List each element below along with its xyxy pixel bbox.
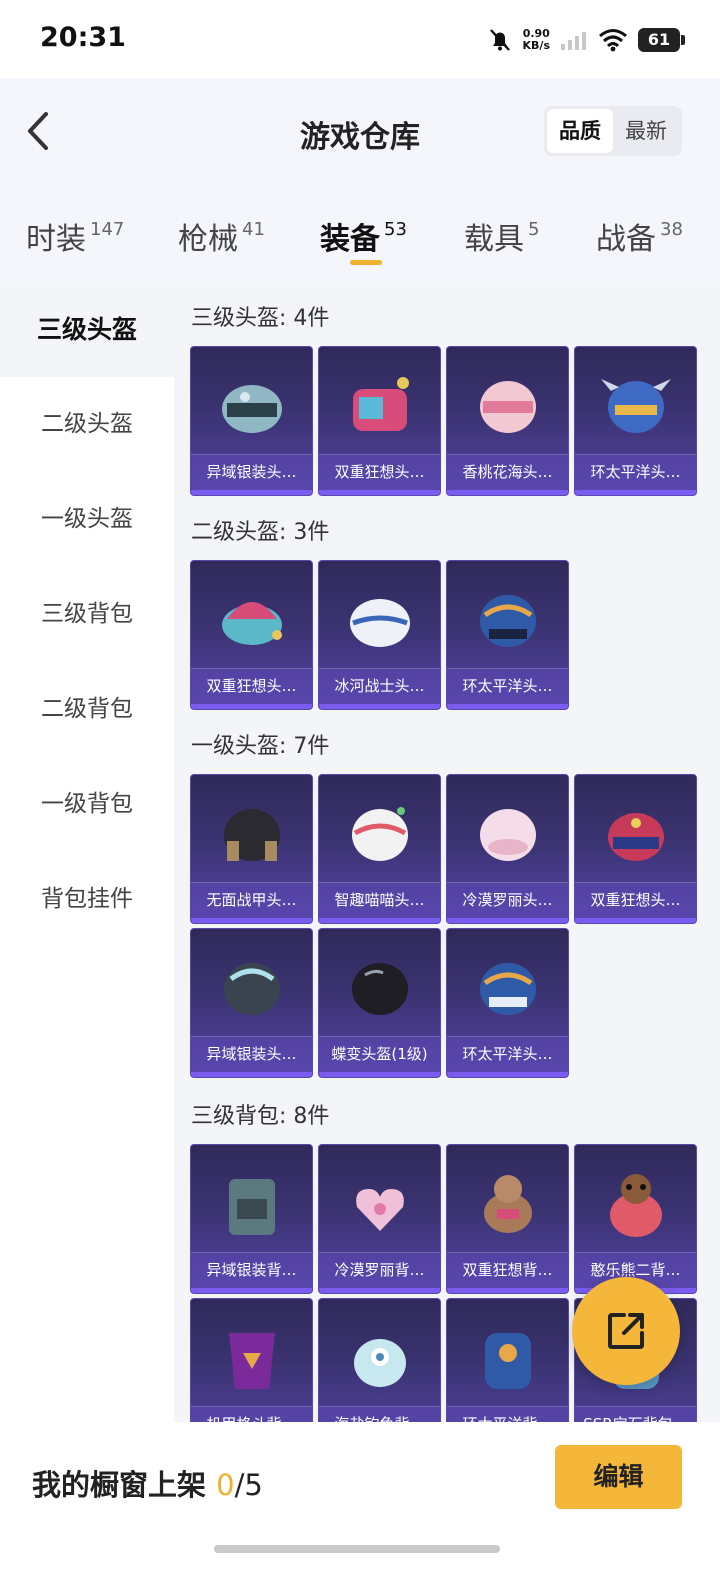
sidebar-item-level1-helmet[interactable]: 一级头盔 [0, 472, 174, 567]
helmet-icon [480, 381, 536, 433]
section-title: 三级背包: 8件 [191, 1104, 330, 1129]
sidebar-item-level3-backpack[interactable]: 三级背包 [0, 567, 174, 662]
share-button[interactable] [572, 1277, 680, 1385]
sort-newest[interactable]: 最新 [613, 109, 679, 153]
helmet-icon [224, 963, 280, 1015]
item-card[interactable]: 异域银装头… [190, 346, 313, 496]
helmet-icon [352, 807, 408, 861]
item-card[interactable]: 无面战甲头… [190, 774, 313, 924]
item-grid: 三级头盔: 4件 二级头盔: 3件 一级头盔: 7件 三级背包: 8件 异域银装… [174, 282, 720, 1432]
helmet-icon [350, 599, 410, 647]
helmet-icon [608, 813, 664, 861]
status-bar: 20:31 0.90 KB/s 61 [0, 0, 720, 78]
home-indicator[interactable] [214, 1545, 500, 1553]
item-card[interactable]: 双重狂想头… [318, 346, 441, 496]
header: 游戏仓库 品质 最新 [0, 78, 720, 186]
helmet-icon [601, 379, 671, 433]
item-card[interactable]: 香桃花海头… [446, 346, 569, 496]
section-title: 一级头盔: 7件 [191, 734, 330, 759]
signal-icon [561, 32, 586, 50]
showcase-status: 我的橱窗上架 0/5 [32, 1468, 263, 1502]
sort-quality[interactable]: 品质 [547, 109, 613, 153]
item-card[interactable]: 机甲格斗背… [190, 1298, 313, 1432]
battery-indicator: 61 [638, 28, 685, 52]
section-title: 三级头盔: 4件 [191, 306, 330, 331]
helmet-icon [480, 809, 536, 861]
category-tabs: 时装 147 枪械 41 装备 53 载具 5 战备 38 [0, 186, 720, 282]
external-link-icon [608, 1313, 644, 1349]
helmet-icon [352, 963, 408, 1015]
item-card[interactable]: 异域银装背… [190, 1144, 313, 1294]
item-card[interactable]: 环太平洋背… [446, 1298, 569, 1432]
sidebar-item-level1-backpack[interactable]: 一级背包 [0, 757, 174, 852]
edit-button[interactable]: 编辑 [555, 1445, 682, 1509]
showcase-count: 0 [216, 1468, 235, 1502]
item-card[interactable]: 冷漠罗丽头… [446, 774, 569, 924]
backpack-icon [610, 1174, 662, 1237]
sidebar-item-backpack-charm[interactable]: 背包挂件 [0, 852, 174, 947]
bottom-bar: 我的橱窗上架 0/5 编辑 [0, 1422, 720, 1584]
backpack-icon [229, 1179, 275, 1235]
tab-weapons[interactable]: 枪械 41 [178, 214, 265, 258]
item-card[interactable]: 双重狂想背… [446, 1144, 569, 1294]
wifi-icon [599, 29, 627, 52]
backpack-icon [229, 1333, 275, 1389]
item-card[interactable]: 异域银装头… [190, 928, 313, 1078]
sidebar: 三级头盔 二级头盔 一级头盔 三级背包 二级背包 一级背包 背包挂件 [0, 282, 174, 1432]
sort-toggle[interactable]: 品质 最新 [544, 106, 682, 156]
section-title: 二级头盔: 3件 [191, 520, 330, 545]
net-speed: 0.90 KB/s [522, 27, 550, 52]
item-card[interactable]: 冰河战士头… [318, 560, 441, 710]
helmet-icon [224, 809, 280, 861]
item-card[interactable]: 环太平洋头… [446, 560, 569, 710]
backpack-icon [484, 1175, 532, 1233]
mute-bell-icon [489, 29, 510, 51]
helmet-icon [222, 602, 282, 645]
item-card[interactable]: 双重狂想头… [190, 560, 313, 710]
backpack-icon [485, 1333, 531, 1389]
item-card[interactable]: 环太平洋头… [574, 346, 697, 496]
tab-fashion[interactable]: 时装 147 [26, 214, 124, 258]
tab-supplies[interactable]: 战备 38 [596, 214, 683, 258]
item-card[interactable]: 环太平洋头… [446, 928, 569, 1078]
item-card[interactable]: 海盐钓鱼背… [318, 1298, 441, 1432]
helmet-icon [353, 377, 409, 431]
backpack-icon [354, 1339, 406, 1387]
item-card[interactable]: 冷漠罗丽背… [318, 1144, 441, 1294]
item-card[interactable]: 智趣喵喵头… [318, 774, 441, 924]
status-time: 20:31 [40, 22, 126, 53]
item-card[interactable]: 蝶变头盔(1级) [318, 928, 441, 1078]
helmet-icon [480, 963, 536, 1015]
backpack-icon [356, 1189, 404, 1231]
tab-equipment[interactable]: 装备 53 [320, 214, 407, 258]
status-icons: 0.90 KB/s 61 [487, 24, 685, 56]
helmet-icon [222, 385, 282, 433]
item-card[interactable]: 双重狂想头… [574, 774, 697, 924]
helmet-icon [480, 595, 536, 647]
sidebar-item-level3-helmet[interactable]: 三级头盔 [0, 282, 174, 377]
tab-vehicles[interactable]: 载具 5 [464, 214, 539, 258]
active-tab-indicator [350, 260, 382, 265]
sidebar-item-level2-backpack[interactable]: 二级背包 [0, 662, 174, 757]
item-card[interactable]: 憨乐熊二背… [574, 1144, 697, 1294]
sidebar-item-level2-helmet[interactable]: 二级头盔 [0, 377, 174, 472]
